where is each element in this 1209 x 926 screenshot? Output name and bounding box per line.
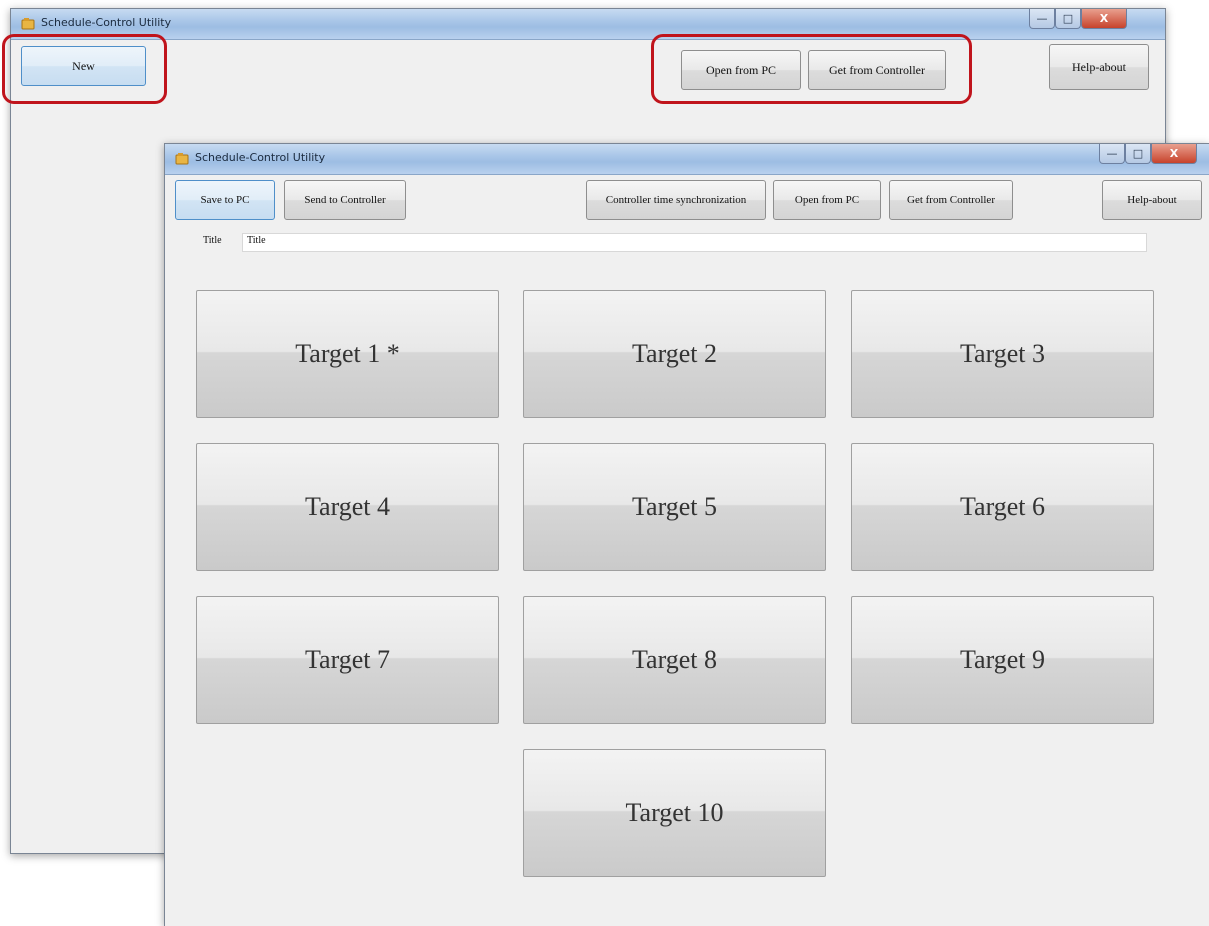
highlight-new bbox=[2, 34, 167, 104]
maximize-button[interactable]: □ bbox=[1055, 9, 1081, 29]
title-label: Title bbox=[203, 235, 222, 246]
save-to-pc-button[interactable]: Save to PC bbox=[175, 180, 275, 220]
highlight-open-get bbox=[651, 34, 972, 104]
app-icon bbox=[175, 153, 189, 165]
close-button[interactable]: X bbox=[1151, 144, 1197, 164]
target-button-9[interactable]: Target 9 bbox=[851, 596, 1154, 724]
help-about-button[interactable]: Help-about bbox=[1049, 44, 1149, 90]
back-window-title: Schedule-Control Utility bbox=[41, 16, 172, 29]
back-window-titlebar[interactable]: Schedule-Control Utility — □ X bbox=[11, 9, 1165, 40]
time-sync-button[interactable]: Controller time synchronization bbox=[586, 180, 766, 220]
target-button-5[interactable]: Target 5 bbox=[523, 443, 826, 571]
target-button-8[interactable]: Target 8 bbox=[523, 596, 826, 724]
close-button[interactable]: X bbox=[1081, 9, 1127, 29]
minimize-button[interactable]: — bbox=[1029, 9, 1055, 29]
target-button-3[interactable]: Target 3 bbox=[851, 290, 1154, 418]
app-icon bbox=[21, 18, 35, 30]
target-button-10[interactable]: Target 10 bbox=[523, 749, 826, 877]
target-button-7[interactable]: Target 7 bbox=[196, 596, 499, 724]
get-from-controller-button[interactable]: Get from Controller bbox=[889, 180, 1013, 220]
minimize-button[interactable]: — bbox=[1099, 144, 1125, 164]
send-to-controller-button[interactable]: Send to Controller bbox=[284, 180, 406, 220]
target-button-1[interactable]: Target 1 * bbox=[196, 290, 499, 418]
open-from-pc-button[interactable]: Open from PC bbox=[773, 180, 881, 220]
front-window-titlebar[interactable]: Schedule-Control Utility — □ X bbox=[165, 144, 1209, 175]
help-about-button[interactable]: Help-about bbox=[1102, 180, 1202, 220]
maximize-button[interactable]: □ bbox=[1125, 144, 1151, 164]
target-button-4[interactable]: Target 4 bbox=[196, 443, 499, 571]
title-input[interactable]: Title bbox=[242, 233, 1147, 252]
front-window-title: Schedule-Control Utility bbox=[195, 151, 326, 164]
target-button-2[interactable]: Target 2 bbox=[523, 290, 826, 418]
target-button-6[interactable]: Target 6 bbox=[851, 443, 1154, 571]
